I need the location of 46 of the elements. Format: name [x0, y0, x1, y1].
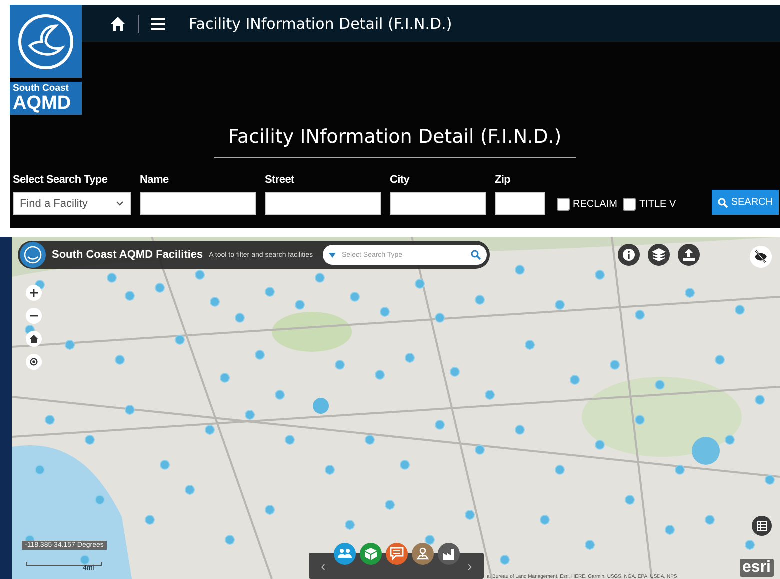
search-type-dropdown[interactable]: Find a Facility [13, 192, 131, 215]
checkbox[interactable] [623, 198, 636, 211]
layers-icon [652, 248, 666, 262]
checkbox[interactable] [557, 198, 570, 211]
info-icon [622, 248, 636, 262]
caret-icon[interactable] [329, 252, 336, 258]
input-field[interactable] [390, 192, 486, 215]
bird-logo-icon [16, 12, 76, 72]
box-icon [364, 547, 378, 561]
input-field[interactable] [495, 192, 545, 215]
checkbox-label: TITLE V [639, 199, 676, 210]
table-icon [757, 521, 767, 531]
logo-text: South Coast [13, 84, 70, 94]
field-label: City [390, 174, 411, 186]
home-icon[interactable] [110, 16, 126, 32]
page-title: Facility INformation Detail (F.I.N.D.) [214, 126, 576, 158]
search-button[interactable]: SEARCH [712, 190, 779, 215]
field-label: Select Search Type [13, 174, 109, 186]
eye-slash-icon [754, 250, 768, 264]
field-label: Street [265, 174, 296, 186]
pin-icon [416, 547, 430, 561]
input-field[interactable] [265, 192, 381, 215]
map-title: South Coast AQMD Facilities [52, 249, 204, 261]
next-button[interactable]: › [464, 558, 476, 574]
previous-button[interactable]: ‹ [317, 558, 330, 574]
header-title: Facility INformation Detail (F.I.N.D.) [189, 14, 452, 32]
menu-icon[interactable] [151, 16, 165, 30]
upload-icon [682, 248, 696, 262]
chevron-icon [116, 201, 124, 206]
facility-marker[interactable] [692, 437, 720, 465]
field-label: Name [140, 174, 170, 186]
home-icon [29, 334, 39, 344]
logo-acronym: AQMD [13, 94, 72, 112]
comment-icon [390, 547, 404, 561]
facility-marker[interactable] [313, 398, 329, 414]
search-icon [718, 198, 728, 208]
factory-icon [442, 547, 456, 561]
zoom-in-icon [29, 288, 39, 298]
people-icon [338, 547, 352, 561]
esri-logo: esri [740, 559, 774, 577]
field-label: Zip [495, 174, 512, 186]
checkbox-label: RECLAIM [573, 199, 618, 210]
search-icon[interactable] [471, 250, 481, 260]
logo-icon [20, 242, 46, 268]
locate-icon [29, 357, 39, 367]
input-field[interactable] [140, 192, 256, 215]
